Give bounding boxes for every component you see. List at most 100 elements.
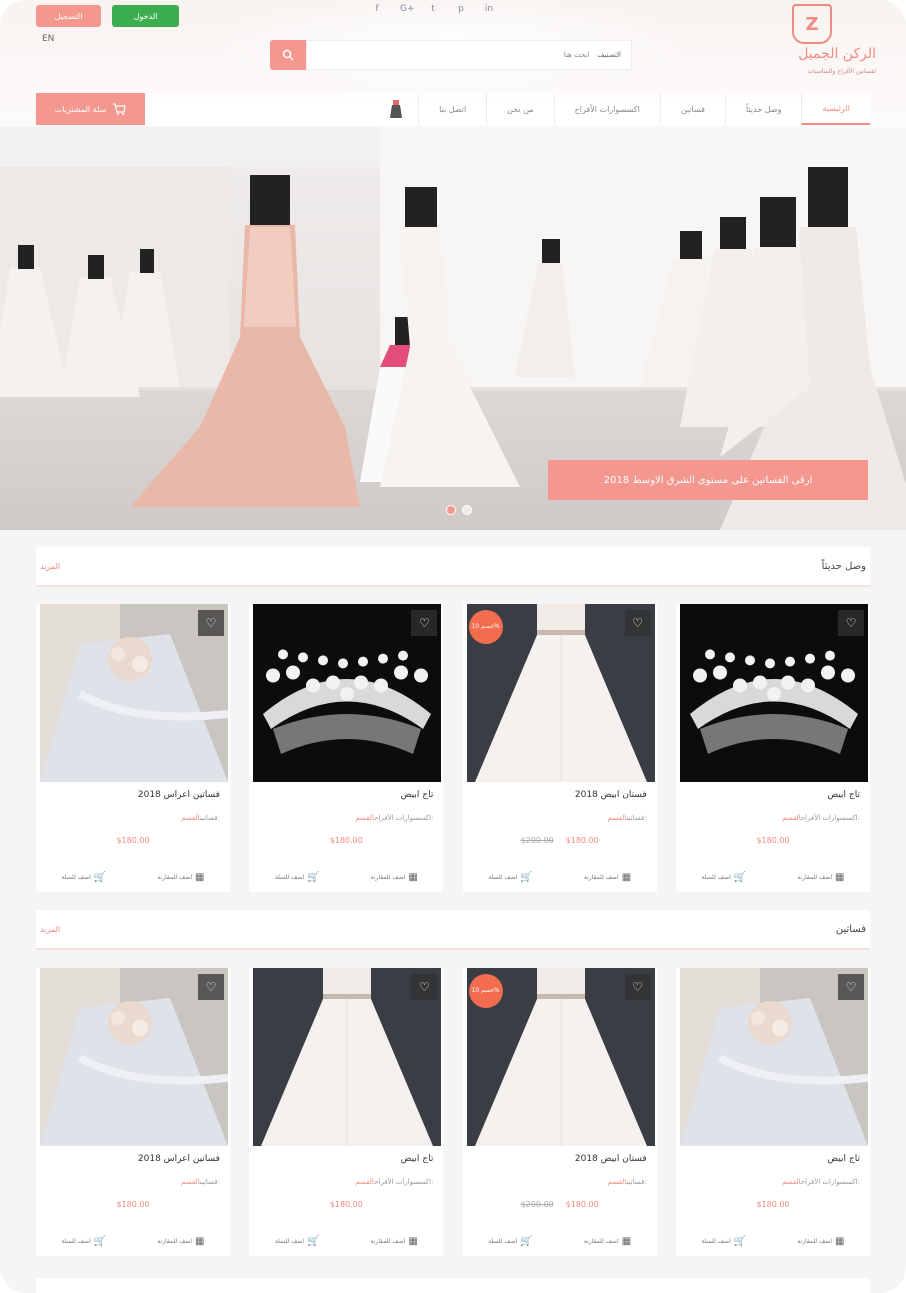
compare-icon: ▦ [835, 871, 845, 883]
section-header-new-arrivals: المزيد وصل حديثاً [36, 547, 870, 587]
discount-badge: خصم 10% [468, 610, 503, 644]
google-plus-icon[interactable]: G+ [400, 4, 415, 14]
product-category-value[interactable]: اكسسوارات الأفراح [374, 1178, 431, 1186]
slider-dots [446, 505, 472, 515]
add-to-cart-button[interactable]: اضف للسلة 🛒 [488, 872, 533, 883]
slider-dot-2[interactable] [462, 505, 472, 515]
more-link[interactable]: المزيد [40, 562, 60, 571]
heart-icon[interactable]: ♡ [198, 610, 224, 636]
logo-mark: Z [792, 4, 832, 44]
add-to-cart-button[interactable]: اضف للسلة 🛒 [488, 1236, 533, 1247]
heart-icon[interactable]: ♡ [411, 610, 438, 636]
compare-button[interactable]: اضف للمقارنة ▦ [584, 872, 631, 883]
product-price: $180.00 [329, 836, 363, 845]
product-category-value[interactable]: فساتين [200, 814, 218, 822]
compare-button[interactable]: اضف للمقارنة ▦ [371, 1236, 418, 1247]
product-category-value[interactable]: فساتين [200, 1178, 218, 1186]
product-category-value[interactable]: اكسسوارات الأفراح [801, 1178, 858, 1186]
twitter-icon[interactable]: t [428, 4, 438, 14]
compare-icon: ▦ [621, 1235, 632, 1247]
slider-dot-1[interactable] [446, 505, 456, 515]
product-category-value[interactable]: فساتين [626, 1178, 644, 1186]
product-category-value[interactable]: اكسسوارات الأفراح [801, 814, 858, 822]
product-name[interactable]: فساتين اعراس 2018 [138, 790, 220, 800]
search-category-select[interactable]: التصنيف [597, 51, 621, 59]
add-to-cart-button[interactable]: اضف للسلة 🛒 [62, 872, 107, 883]
product-name[interactable]: تاج ابيض [401, 790, 434, 800]
product-card[interactable]: ♡ تاج ابيض اكسسوارات الأفراحالقسم: $180.00 ا… [675, 604, 870, 892]
heart-icon[interactable]: ♡ [411, 974, 438, 1000]
product-card[interactable]: ♡ تاج ابيض اكسسوارات الأفراحالقسم: $180.00 ا… [249, 604, 444, 892]
product-category-value[interactable]: اكسسوارات الأفراح [374, 814, 431, 822]
compare-icon: ▦ [195, 871, 205, 883]
product-card[interactable]: ♡ خصم 10% فستان ابيض 2018 فساتينالقسم: $200.… [462, 968, 657, 1256]
linkedin-icon[interactable]: in [484, 4, 494, 14]
heart-icon[interactable]: ♡ [837, 974, 864, 1000]
product-name[interactable]: تاج ابيض [401, 1154, 434, 1164]
add-to-cart-button[interactable]: اضف للسلة 🛒 [701, 872, 746, 883]
search-input[interactable]: ابحث هنا التصنيف [306, 40, 632, 70]
heart-icon[interactable]: ♡ [624, 610, 651, 636]
nav-item-home[interactable]: الرئيسية [801, 93, 870, 125]
hero-caption[interactable]: ارقى الفساتين على مستوى الشرق الاوسط 201… [548, 460, 868, 500]
compare-label: اضف للمقارنة [157, 873, 193, 881]
compare-button[interactable]: اضف للمقارنة ▦ [157, 1236, 204, 1247]
pinterest-icon[interactable]: p [456, 4, 466, 14]
next-section-header [36, 1278, 870, 1293]
compare-button[interactable]: اضف للمقارنة ▦ [157, 872, 204, 883]
add-to-cart-button[interactable]: اضف للسلة 🛒 [701, 1236, 746, 1247]
site-logo[interactable]: Z الركن الجميل لفساتين الأفراح والمناسبا… [766, 4, 876, 88]
compare-button[interactable]: اضف للمقارنة ▦ [584, 1236, 631, 1247]
cart-button[interactable]: سلة المشتريات [36, 93, 145, 125]
product-card[interactable]: ♡ فساتين اعراس 2018 فساتينالقسم: $180.00 اضف… [36, 968, 230, 1256]
product-grid-new-arrivals: ♡ تاج ابيض اكسسوارات الأفراحالقسم: $180.00 ا… [36, 604, 870, 892]
product-actions: اضف للمقارنة ▦ اضف للسلة 🛒 [463, 866, 657, 888]
language-switch[interactable]: EN [42, 34, 54, 44]
hero-slider[interactable]: ارقى الفساتين على مستوى الشرق الاوسط 201… [0, 127, 906, 530]
more-link[interactable]: المزيد [40, 925, 60, 934]
compare-icon: ▦ [195, 1235, 205, 1247]
compare-label: اضف للمقارنة [370, 1237, 406, 1245]
product-card[interactable]: ♡ خصم 10% فستان ابيض 2018 فساتينالقسم: $200.… [462, 604, 657, 892]
search-button[interactable] [270, 40, 306, 70]
register-button[interactable]: التسجيل [36, 5, 101, 27]
heart-icon[interactable]: ♡ [624, 974, 651, 1000]
product-name[interactable]: تاج ابيض [827, 790, 860, 800]
product-actions: اضف للمقارنة ▦ اضف للسلة 🛒 [676, 1230, 870, 1252]
nav-item-new-arrivals[interactable]: وصل حديثاً [724, 93, 801, 125]
compare-label: اضف للمقارنة [797, 1237, 833, 1245]
product-price: $180.00 [116, 836, 150, 845]
product-name[interactable]: فستان ابيض 2018 [575, 1154, 647, 1164]
product-price: $180.00 [565, 836, 599, 845]
heart-icon[interactable]: ♡ [837, 610, 864, 636]
nav-item-dresses[interactable]: فساتين [659, 93, 725, 125]
compare-label: اضف للمقارنة [583, 873, 619, 881]
product-card[interactable]: ♡ تاج ابيض اكسسوارات الأفراحالقسم: $180.00 ا… [249, 968, 444, 1256]
product-card[interactable]: ♡ فساتين اعراس 2018 فساتينالقسم: $180.00 اضف… [36, 604, 230, 892]
product-actions: اضف للمقارنة ▦ اضف للسلة 🛒 [676, 866, 870, 888]
compare-label: اضف للمقارنة [797, 873, 833, 881]
add-to-cart-button[interactable]: اضف للسلة 🛒 [62, 1236, 107, 1247]
product-category-value[interactable]: فساتين [626, 814, 644, 822]
product-card[interactable]: ♡ تاج ابيض اكسسوارات الأفراحالقسم: $180.00 ا… [675, 968, 870, 1256]
product-category: فساتينالقسم: [175, 814, 220, 822]
cart-icon: 🛒 [93, 871, 107, 883]
login-button[interactable]: الدخول [112, 5, 179, 27]
product-name[interactable]: فساتين اعراس 2018 [138, 1154, 220, 1164]
product-category: فساتينالقسم: [602, 1178, 647, 1186]
compare-button[interactable]: اضف للمقارنة ▦ [371, 872, 418, 883]
nav-item-about[interactable]: من نحن [486, 93, 553, 125]
compare-button[interactable]: اضف للمقارنة ▦ [797, 1236, 844, 1247]
nav-item-accessories[interactable]: اكسسوارات الأفراح [553, 93, 660, 125]
product-name[interactable]: فستان ابيض 2018 [575, 790, 647, 800]
cart-icon: 🛒 [307, 1235, 320, 1247]
add-to-cart-button[interactable]: اضف للسلة 🛒 [275, 872, 320, 883]
facebook-icon[interactable]: f [372, 4, 382, 14]
add-to-cart-button[interactable]: اضف للسلة 🛒 [275, 1236, 320, 1247]
compare-button[interactable]: اضف للمقارنة ▦ [797, 872, 844, 883]
product-name[interactable]: تاج ابيض [827, 1154, 860, 1164]
product-price-row: $180.00 [676, 836, 870, 845]
cart-icon [113, 103, 127, 115]
nav-item-contact[interactable]: اتصل بنا [418, 93, 486, 125]
heart-icon[interactable]: ♡ [198, 974, 224, 1000]
